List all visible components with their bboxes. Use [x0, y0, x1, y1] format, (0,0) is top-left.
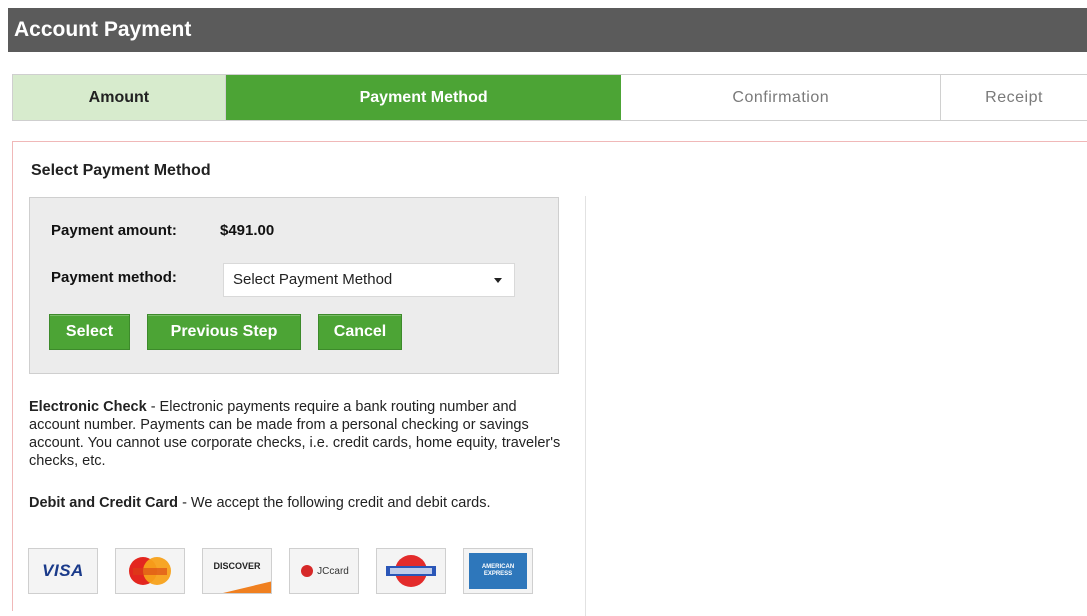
- jcb-text: JCcard: [317, 565, 349, 577]
- page-title: Account Payment: [14, 18, 192, 41]
- payment-panel: Select Payment Method Payment amount: $4…: [12, 141, 1087, 616]
- vertical-divider: [585, 196, 586, 616]
- discover-logo: DISCOVER: [202, 548, 272, 594]
- mastercard-icon: [129, 557, 171, 585]
- electronic-check-info: Electronic Check - Electronic payments r…: [29, 398, 564, 470]
- step-confirmation: Confirmation: [621, 75, 942, 120]
- cancel-button[interactable]: Cancel: [318, 314, 402, 350]
- amex-badge: AMERICAN EXPRESS: [469, 553, 527, 589]
- jcb-logo: JCcard: [289, 548, 359, 594]
- discover-text: DISCOVER: [213, 561, 261, 571]
- discover-stripe-icon: [223, 581, 271, 593]
- step-receipt: Receipt: [941, 75, 1087, 120]
- card-info-text: - We accept the following credit and deb…: [178, 495, 491, 511]
- chevron-down-icon: [494, 278, 502, 283]
- select-button[interactable]: Select: [49, 314, 130, 350]
- previous-step-button[interactable]: Previous Step: [147, 314, 301, 350]
- progress-steps: Amount Payment Method Confirmation Recei…: [12, 74, 1087, 121]
- payment-method-select[interactable]: Select Payment Method: [223, 263, 515, 297]
- amex-text: AMERICAN EXPRESS: [481, 564, 515, 577]
- method-label: Payment method:: [51, 269, 177, 286]
- diners-logo: [376, 548, 446, 594]
- section-title: Select Payment Method: [31, 162, 211, 179]
- card-info: Debit and Credit Card - We accept the fo…: [29, 494, 564, 512]
- visa-text: VISA: [42, 561, 84, 580]
- diners-icon: [386, 555, 436, 587]
- jcb-dot-icon: [301, 565, 314, 577]
- amex-logo: AMERICAN EXPRESS: [463, 548, 533, 594]
- step-payment-method: Payment Method: [225, 75, 622, 120]
- payment-form: Payment amount: $491.00 Payment method: …: [29, 197, 559, 374]
- mastercard-logo: [115, 548, 185, 594]
- payment-method-selected: Select Payment Method: [233, 271, 393, 288]
- step-amount[interactable]: Amount: [13, 75, 226, 120]
- amount-label: Payment amount:: [51, 222, 177, 239]
- page-title-bar: Account Payment: [8, 8, 1087, 52]
- electronic-check-title: Electronic Check: [29, 399, 147, 415]
- amount-value: $491.00: [220, 222, 275, 239]
- card-info-title: Debit and Credit Card: [29, 495, 179, 511]
- visa-logo: VISA: [28, 548, 98, 594]
- card-logos: VISA DISCOVER JCcard AMERICAN EXPRESS: [28, 548, 533, 594]
